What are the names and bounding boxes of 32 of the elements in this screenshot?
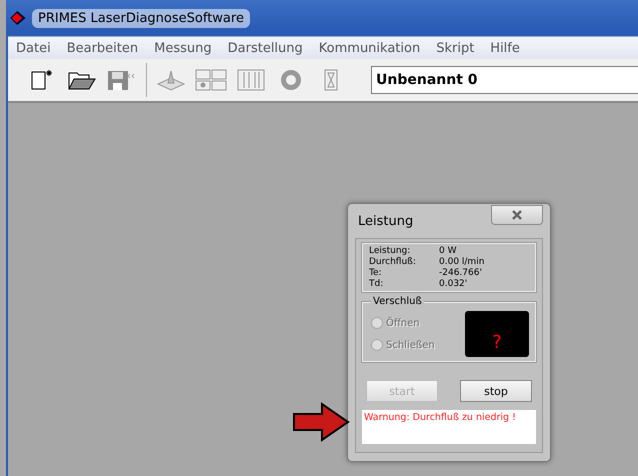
menu-item[interactable]: Kommunikation (310, 40, 428, 56)
reading-value: -246.766' (439, 268, 483, 278)
arrow-icon (292, 402, 352, 442)
window-title: PRIMES LaserDiagnoseSoftware (32, 8, 250, 28)
warning-message: Warnung: Durchfluß zu niedrig ! (362, 410, 536, 444)
menu-item[interactable]: Skript (428, 40, 482, 56)
menu-item[interactable]: Bearbeiten (58, 40, 146, 56)
table-icon[interactable] (237, 69, 265, 91)
menu-item[interactable]: Hilfe (482, 40, 528, 56)
ring-icon[interactable] (280, 69, 302, 91)
reading-label: Te: (369, 268, 383, 278)
reading-value: 0.032' (439, 279, 468, 289)
app-logo-icon (10, 11, 26, 25)
menu-item[interactable]: Datei (8, 40, 59, 56)
stop-button[interactable]: stop (460, 380, 532, 402)
close-button[interactable] (491, 205, 543, 225)
group-title: Verschluß (371, 296, 424, 307)
new-document-icon[interactable] (30, 69, 54, 91)
reading-label: Td: (369, 279, 384, 289)
save-icon[interactable] (107, 69, 137, 91)
menu-item[interactable]: Messung (146, 40, 220, 56)
reading-label: Durchfluß: (369, 257, 417, 267)
shutter-status-drawing: ? (465, 311, 529, 357)
menu-item[interactable]: Darstellung (220, 40, 311, 56)
reading-value: 0.00 l/min (439, 257, 486, 267)
surface-plot-icon[interactable] (156, 69, 186, 91)
hourglass-icon[interactable] (324, 69, 338, 91)
reading-label: Leistung: (369, 246, 412, 256)
reading-value: 0 W (439, 246, 458, 256)
document-name-field[interactable]: Unbenannt 0 (371, 66, 638, 94)
close-icon (511, 210, 523, 220)
dialog-title: Leistung (358, 214, 414, 228)
